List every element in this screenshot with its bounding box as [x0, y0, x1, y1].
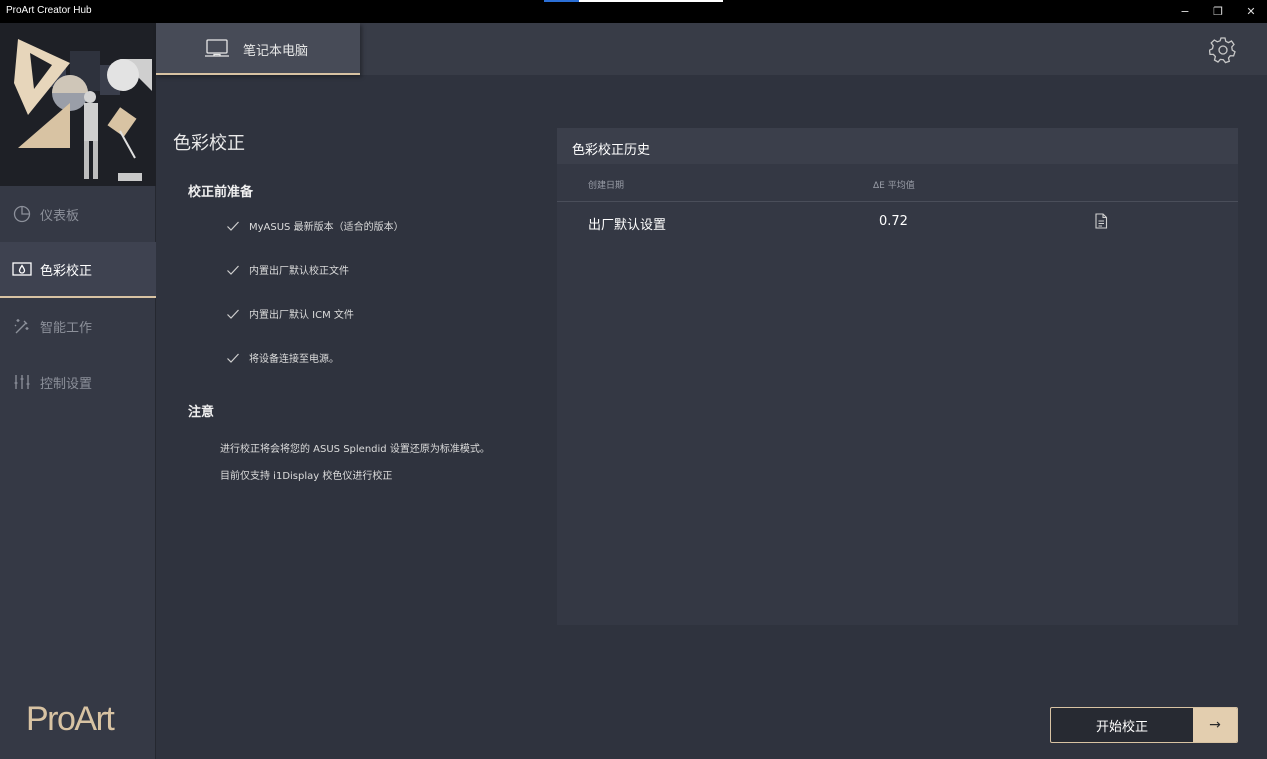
- close-button[interactable]: ✕: [1236, 2, 1266, 21]
- check-icon: [226, 306, 240, 320]
- minimize-button[interactable]: −: [1170, 2, 1200, 21]
- calibration-history-panel: 色彩校正历史 创建日期 ΔE 平均值 出厂默认设置 0.72: [557, 128, 1238, 625]
- prep-item: MyASUS 最新版本（适合的版本）: [226, 217, 404, 233]
- history-title: 色彩校正历史: [572, 143, 651, 158]
- history-header: 色彩校正历史: [557, 128, 1238, 164]
- maximize-button[interactable]: ❐: [1203, 2, 1233, 21]
- tab-laptop-label: 笔记本电脑: [243, 44, 309, 59]
- sidebar-item-label: 色彩校正: [40, 263, 93, 279]
- pie-chart-icon: [12, 204, 32, 224]
- prep-section-title: 校正前准备: [188, 185, 254, 200]
- history-date-cell: 出厂默认设置: [588, 218, 667, 233]
- color-calibration-icon: [12, 259, 32, 279]
- sidebar-item-smart-work[interactable]: 智能工作: [0, 298, 156, 354]
- tab-laptop[interactable]: 笔记本电脑: [156, 23, 360, 75]
- arrow-right-icon: →: [1193, 708, 1237, 742]
- sidebar: 仪表板 色彩校正 智能工作 控制设置 ProArt: [0, 23, 156, 759]
- prep-item: 内置出厂默认校正文件: [226, 261, 349, 277]
- table-row[interactable]: 出厂默认设置 0.72: [557, 202, 1238, 242]
- check-icon: [226, 262, 240, 276]
- settings-button[interactable]: [1208, 36, 1237, 64]
- start-calibration-label: 开始校正: [1095, 719, 1148, 735]
- history-delta-e-cell: 0.72: [879, 214, 908, 229]
- prep-item-text: 内置出厂默认校正文件: [249, 265, 349, 277]
- progress-strip: [544, 0, 723, 2]
- sidebar-item-control-settings[interactable]: 控制设置: [0, 354, 156, 410]
- note-text: 目前仅支持 i1Display 校色仪进行校正: [220, 471, 393, 482]
- sidebar-item-color-calibration[interactable]: 色彩校正: [0, 242, 156, 298]
- prep-item-text: 将设备连接至电源。: [249, 353, 339, 365]
- column-header-delta-e: ΔE 平均值: [873, 181, 915, 191]
- title-bar: ProArt Creator Hub − ❐ ✕: [0, 0, 1267, 23]
- note-text: 进行校正将会将您的 ASUS Splendid 设置还原为标准模式。: [220, 444, 490, 455]
- sliders-icon: [12, 372, 32, 392]
- sidebar-item-label: 仪表板: [40, 208, 80, 224]
- app-title: ProArt Creator Hub: [6, 5, 92, 16]
- sidebar-item-dashboard[interactable]: 仪表板: [0, 186, 156, 242]
- prep-item: 内置出厂默认 ICM 文件: [226, 305, 354, 321]
- laptop-icon: [204, 38, 230, 62]
- sidebar-item-label: 控制设置: [40, 376, 93, 392]
- page-title: 色彩校正: [173, 133, 245, 154]
- note-section-title: 注意: [188, 405, 215, 420]
- start-calibration-button[interactable]: 开始校正 →: [1050, 707, 1238, 743]
- prep-item-text: 内置出厂默认 ICM 文件: [249, 309, 354, 321]
- column-header-date: 创建日期: [588, 181, 625, 191]
- sidebar-item-label: 智能工作: [40, 320, 93, 336]
- gear-icon: [1208, 37, 1237, 68]
- hero-illustration: [0, 23, 156, 186]
- check-icon: [226, 350, 240, 364]
- proart-logo: ProArt: [26, 700, 115, 738]
- magic-wand-icon: [12, 316, 32, 336]
- prep-item-text: MyASUS 最新版本（适合的版本）: [249, 221, 404, 233]
- document-icon[interactable]: [1094, 213, 1110, 231]
- top-bar: 笔记本电脑: [156, 23, 1267, 75]
- prep-item: 将设备连接至电源。: [226, 349, 339, 365]
- check-icon: [226, 218, 240, 232]
